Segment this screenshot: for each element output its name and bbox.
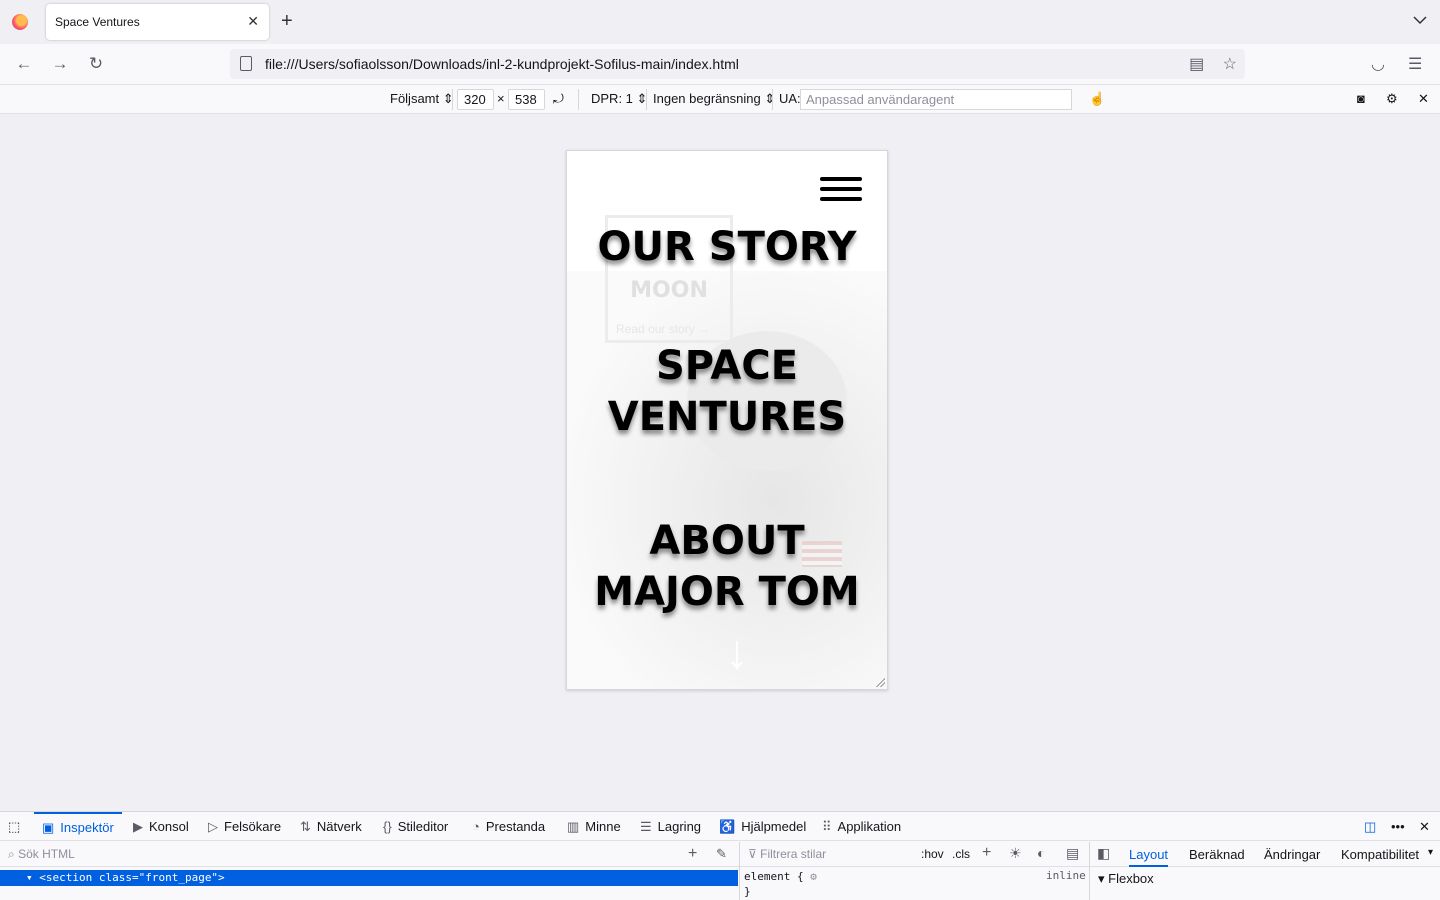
viewport-height-input[interactable]: 538 xyxy=(508,89,545,110)
dock-side-icon[interactable]: ◫ xyxy=(1364,812,1376,841)
tab-changes[interactable]: Ändringar xyxy=(1264,847,1320,862)
reload-icon[interactable]: ↻ xyxy=(86,54,106,74)
menu-link-our-story[interactable]: OUR STORY xyxy=(567,222,887,273)
browser-tab[interactable]: Space Ventures ✕ xyxy=(46,4,269,40)
debugger-icon: ▷ xyxy=(208,819,218,834)
tab-memory[interactable]: ▥ Minne xyxy=(567,812,621,841)
add-rule-icon[interactable]: + xyxy=(982,844,991,862)
tab-strip: Space Ventures ✕ + xyxy=(0,0,1440,44)
inline-source-label: inline xyxy=(1046,869,1086,882)
network-icon: ⇅ xyxy=(300,819,311,834)
console-icon: ▶ xyxy=(133,819,143,834)
selected-html-node[interactable]: ▾ <section class="front_page"> xyxy=(0,870,738,886)
dimension-times: × xyxy=(497,91,505,106)
hamburger-menu-icon[interactable] xyxy=(820,177,862,201)
bookmark-star-icon[interactable]: ☆ xyxy=(1223,56,1237,73)
close-rdm-icon[interactable]: ✕ xyxy=(1418,91,1429,107)
ua-label: UA: xyxy=(779,91,801,106)
rotate-icon[interactable]: ⤾ xyxy=(553,91,564,107)
menu-link-space-ventures[interactable]: SPACE VENTURES xyxy=(567,341,887,443)
devtools-toolbar: ⌕ Sök HTML + ✎ ⊽ Filtrera stilar :hov .c… xyxy=(0,842,1440,867)
filter-styles-input[interactable]: ⊽ Filtrera stilar xyxy=(748,847,826,861)
new-tab-icon[interactable]: + xyxy=(281,10,293,32)
dpr-select[interactable]: DPR: 1 ⇕ xyxy=(591,91,647,107)
read-our-story-link[interactable]: Read our story → xyxy=(616,322,710,336)
performance-icon: ◔ xyxy=(472,819,480,834)
tab-application[interactable]: ⠿ Applikation xyxy=(822,812,901,841)
scroll-down-arrow-icon[interactable]: ↓ xyxy=(725,629,749,677)
throttling-select[interactable]: Ingen begränsning ⇕ xyxy=(653,91,775,107)
url-text[interactable]: file:///Users/sofiaolsson/Downloads/inl-… xyxy=(265,56,739,72)
tab-computed[interactable]: Beräknad xyxy=(1189,847,1245,862)
tab-performance[interactable]: ◔ Prestanda xyxy=(472,812,545,841)
menu-icon[interactable]: ☰ xyxy=(1408,54,1422,74)
hero-moon-text: MOON xyxy=(630,278,708,303)
tab-console[interactable]: ▶ Konsol xyxy=(133,812,189,841)
tab-style-editor[interactable]: {} Stileditor xyxy=(383,812,448,841)
toggle-sidebar-icon[interactable]: ◧ xyxy=(1097,845,1110,862)
devtools-tabs: ⬚ ▣ Inspektör ▶ Konsol ▷ Felsökare ⇅ Nätverk… xyxy=(0,812,1440,841)
style-editor-icon: {} xyxy=(383,819,392,834)
device-viewport: MOON Read our story → OUR STORY SPACE VE… xyxy=(566,150,888,690)
viewport-area: MOON Read our story → OUR STORY SPACE VE… xyxy=(0,114,1440,811)
reader-view-icon[interactable]: ▤ xyxy=(1189,56,1204,73)
pocket-icon[interactable]: ◡ xyxy=(1371,54,1385,74)
tab-layout[interactable]: Layout xyxy=(1129,847,1169,867)
resize-grip-icon[interactable] xyxy=(875,677,885,687)
viewport-width-input[interactable]: 320 xyxy=(457,89,494,110)
url-bar[interactable]: file:///Users/sofiaolsson/Downloads/inl-… xyxy=(230,49,1245,79)
nav-bar: ← → ↻ file:///Users/sofiaolsson/Download… xyxy=(0,44,1440,85)
rule-settings-icon: ⚙ xyxy=(810,870,817,883)
inspector-icon: ▣ xyxy=(42,820,55,835)
rdm-toolbar: Följsamt ⇕ 320 × 538 ⤾ DPR: 1 ⇕ Ingen be… xyxy=(0,85,1440,114)
storage-icon: ☰ xyxy=(640,819,652,834)
more-tabs-chevron-icon[interactable]: ▾ xyxy=(1428,847,1433,858)
element-picker-icon[interactable]: ⬚ xyxy=(8,812,20,841)
settings-gear-icon[interactable]: ⚙ xyxy=(1386,91,1398,107)
tab-inspector[interactable]: ▣ Inspektör xyxy=(34,812,122,841)
light-theme-icon[interactable]: ☀ xyxy=(1009,845,1022,862)
memory-icon: ▥ xyxy=(567,819,580,834)
tab-compatibility[interactable]: Kompatibilitet xyxy=(1341,847,1419,862)
user-agent-input[interactable]: Anpassad användaragent xyxy=(800,89,1072,110)
forward-icon[interactable]: → xyxy=(50,54,70,74)
tab-accessibility[interactable]: ♿ Hjälpmedel xyxy=(719,812,806,841)
back-icon[interactable]: ← xyxy=(14,54,34,74)
tab-network[interactable]: ⇅ Nätverk xyxy=(300,812,362,841)
screenshot-icon[interactable]: ◙ xyxy=(1357,91,1365,106)
firefox-logo-icon[interactable] xyxy=(12,14,28,30)
element-style-rule[interactable]: element { ⚙ } xyxy=(744,869,817,899)
tab-debugger[interactable]: ▷ Felsökare xyxy=(208,812,281,841)
eyedropper-icon[interactable]: ✎ xyxy=(716,846,727,862)
application-icon: ⠿ xyxy=(822,819,832,834)
cls-toggle[interactable]: .cls xyxy=(952,847,970,861)
page-icon xyxy=(240,56,252,71)
close-devtools-icon[interactable]: ✕ xyxy=(1419,812,1430,841)
add-node-icon[interactable]: + xyxy=(688,845,697,863)
tab-title: Space Ventures xyxy=(55,15,140,29)
tab-list-chevron-icon[interactable] xyxy=(1412,12,1428,28)
search-html-input[interactable]: ⌕ Sök HTML xyxy=(8,847,75,862)
close-tab-icon[interactable]: ✕ xyxy=(247,13,259,30)
tab-storage[interactable]: ☰ Lagring xyxy=(640,812,701,841)
hov-toggle[interactable]: :hov xyxy=(921,847,944,861)
touch-simulation-icon[interactable]: ☝ xyxy=(1089,91,1105,107)
more-options-icon[interactable]: ••• xyxy=(1391,812,1405,841)
print-media-icon[interactable]: ▤ xyxy=(1066,845,1079,862)
accessibility-icon: ♿ xyxy=(719,819,736,834)
devtools-panel: ⬚ ▣ Inspektör ▶ Konsol ▷ Felsökare ⇅ Nätverk… xyxy=(0,811,1440,900)
menu-link-about-major-tom[interactable]: ABOUT MAJOR TOM xyxy=(567,516,887,618)
dark-theme-icon[interactable]: ◐ xyxy=(1037,845,1045,861)
flexbox-section-header[interactable]: ▾ Flexbox xyxy=(1098,871,1154,887)
device-select[interactable]: Följsamt ⇕ xyxy=(390,91,454,107)
